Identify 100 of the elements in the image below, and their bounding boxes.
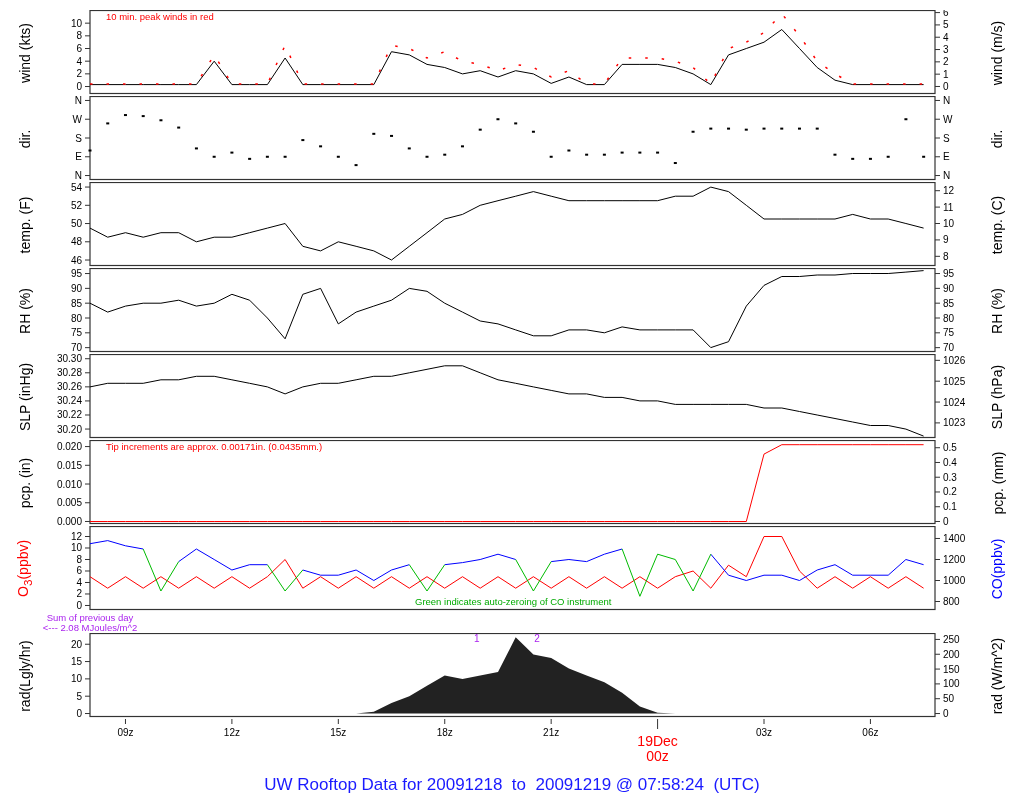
axis-title: dir. [989, 129, 1005, 148]
tick-label: 8 [76, 554, 82, 565]
tick-label: 20 [70, 638, 82, 650]
axis-title: temp. (F) [17, 196, 33, 253]
tick-label: 2 [943, 56, 949, 68]
tick-label: 1024 [943, 396, 966, 408]
tick-label: 0 [943, 516, 949, 525]
tick-label: 0 [76, 81, 82, 93]
tick-label: 1200 [943, 554, 966, 565]
tick-label: 75 [70, 327, 82, 339]
chart-annotation: 1 [473, 633, 480, 644]
tick-label: 21z [543, 727, 560, 738]
tick-label: 15 [70, 656, 82, 668]
tick-label: 85 [70, 297, 82, 309]
tick-label: 95 [70, 268, 82, 280]
axis-title: temp. (C) [989, 195, 1005, 254]
chart-note: 10 min. peak winds in red [106, 11, 214, 22]
tick-label: 9 [943, 234, 949, 246]
tick-label: 50 [70, 218, 82, 230]
tick-label: 0.000 [56, 516, 82, 525]
tick-label: 48 [70, 236, 82, 248]
chart-note: Green indicates auto-zeroing of CO instrument [415, 596, 612, 607]
chart-note: <--- 2.08 MJoules/m^2 [42, 623, 138, 633]
tick-label: 8 [76, 30, 82, 42]
tick-label: 0.2 [943, 486, 957, 498]
tick-label: 54 [70, 182, 82, 193]
tick-label: 0.020 [56, 441, 82, 453]
axis-title: pcp. (in) [17, 457, 33, 508]
tick-label: 6 [943, 10, 949, 19]
tick-label: 30.26 [56, 381, 82, 393]
date-label: 19Dec [637, 733, 678, 749]
tick-label: 0.1 [943, 501, 957, 513]
axis-title: pcp. (mm) [989, 451, 1005, 514]
tick-label: 0 [943, 708, 949, 718]
tick-label: 1023 [943, 417, 966, 429]
tick-label: 12 [943, 185, 955, 197]
tick-label: 6 [76, 565, 82, 577]
tick-label: 0.005 [56, 497, 82, 509]
tick-label: 09z [117, 727, 134, 738]
tick-label: 52 [70, 199, 82, 211]
tick-label: 30.24 [56, 395, 82, 407]
tick-label: N [943, 96, 951, 106]
axis-title: SLP (inHg) [17, 362, 33, 431]
tick-label: 2 [76, 588, 82, 600]
tick-label: N [943, 170, 951, 181]
tick-label: 1025 [943, 375, 966, 387]
tick-label: 10 [70, 17, 82, 29]
axis-title: SLP (hPa) [989, 364, 1005, 429]
tick-label: 80 [943, 312, 955, 324]
tick-label: 0.015 [56, 459, 82, 471]
tick-label: E [75, 151, 82, 163]
tick-label: 100 [943, 678, 960, 690]
tick-label: S [75, 132, 82, 144]
tick-label: 75 [943, 327, 955, 339]
tick-label: 1400 [943, 533, 966, 544]
tick-label: 1026 [943, 354, 966, 366]
tick-label: 4 [943, 31, 949, 43]
tick-label: 4 [76, 577, 82, 588]
axis-title: CO(ppbv) [989, 538, 1005, 599]
tick-label: 3 [943, 44, 949, 56]
tick-label: N [74, 96, 82, 106]
tick-label: 70 [70, 342, 82, 353]
tick-label: 0 [76, 708, 82, 718]
tick-label: 85 [943, 297, 955, 309]
tick-label: 00z [646, 748, 669, 764]
tick-label: 800 [943, 596, 960, 607]
tick-label: 4 [76, 55, 82, 67]
tick-label: 2 [76, 68, 82, 80]
axis-title: RH (%) [17, 287, 33, 334]
tick-label: 1000 [943, 575, 966, 586]
tick-label: 95 [943, 268, 955, 280]
tick-label: 12 [70, 531, 82, 542]
tick-label: N [74, 170, 82, 181]
tick-label: 30.20 [56, 423, 82, 435]
tick-label: 10 [943, 218, 955, 229]
tick-label: 46 [70, 254, 82, 266]
tick-label: 12z [223, 727, 240, 738]
tick-label: 18z [436, 727, 453, 738]
tick-label: 10 [70, 542, 82, 554]
tick-label: 15z [330, 727, 347, 738]
tick-label: 0.5 [943, 442, 957, 454]
tick-label: 30.22 [56, 409, 82, 421]
tick-label: 50 [943, 693, 955, 705]
tick-label: W [72, 113, 82, 125]
chart-annotation: 2 [534, 633, 540, 644]
tick-label: 80 [70, 312, 82, 324]
tick-label: 200 [943, 648, 960, 660]
tick-label: S [943, 132, 950, 144]
tick-label: 30.30 [56, 354, 82, 365]
tick-label: 150 [943, 663, 960, 675]
tick-label: 5 [76, 690, 82, 702]
tick-label: 03z [755, 727, 773, 738]
tick-label: 0.010 [56, 478, 82, 490]
axis-title: wind (kts) [17, 22, 33, 83]
tick-label: 5 [943, 19, 949, 31]
tick-label: 30.28 [56, 367, 82, 379]
tick-label: W [943, 113, 953, 125]
tick-label: 11 [943, 201, 954, 213]
tick-label: 06z [862, 727, 879, 738]
tick-label: 70 [943, 342, 955, 353]
